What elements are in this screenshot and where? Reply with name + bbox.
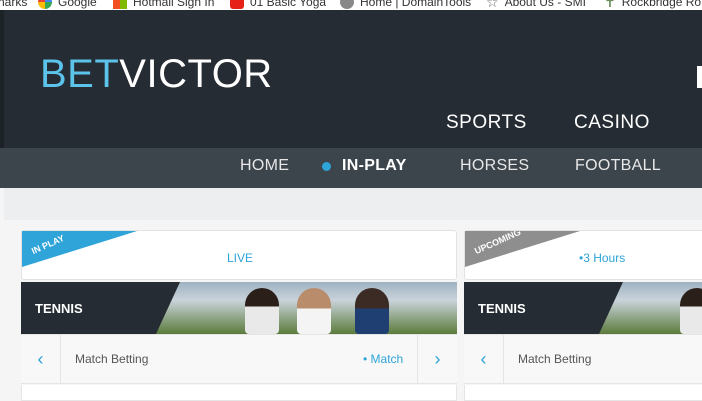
bookmark-label: Rockbridge Ro: [621, 0, 702, 9]
bookmark-item[interactable]: narks: [0, 0, 27, 9]
betvictor-logo[interactable]: BETVICTOR: [40, 52, 273, 97]
player-image: [680, 288, 702, 334]
subnav-horses[interactable]: HORSES: [460, 157, 529, 175]
card-body: [464, 385, 702, 401]
gear-icon: [340, 0, 354, 9]
event-card-status[interactable]: IN PLAY LIVE: [21, 230, 457, 280]
nav-sports[interactable]: SPORTS: [446, 112, 527, 134]
google-icon: [38, 0, 52, 9]
bookmark-label: Home | DomainTools: [360, 0, 472, 9]
bookmark-google[interactable]: Google: [38, 0, 97, 9]
bookmark-label: Google: [58, 0, 97, 9]
content-gutter: [4, 188, 702, 220]
subnav-football[interactable]: FOOTBALL: [575, 157, 661, 175]
sport-label: TENNIS: [35, 301, 83, 316]
logo-bet: BET: [40, 52, 120, 96]
status-label: LIVE: [227, 251, 254, 265]
sport-banner[interactable]: TENNIS: [464, 282, 702, 334]
sport-label: TENNIS: [478, 301, 526, 316]
microsoft-icon: [113, 0, 127, 9]
bookmark-about[interactable]: ☆ About Us - SMI: [486, 0, 586, 9]
subnav-in-play[interactable]: IN-PLAY: [342, 157, 407, 175]
status-bar: UPCOMING •3 Hours: [465, 231, 702, 281]
cross-icon: ✝: [604, 0, 616, 10]
player-image: [245, 288, 279, 334]
sport-banner[interactable]: TENNIS: [21, 282, 457, 334]
header-right-element: [697, 66, 702, 88]
bookmark-label: Hotmail Sign In: [133, 0, 215, 9]
player-image: [297, 288, 331, 334]
player-image: [355, 288, 389, 334]
logo-victor: VICTOR: [119, 52, 273, 96]
bookmark-label: narks: [0, 0, 28, 9]
bookmark-domaintools[interactable]: Home | DomainTools: [340, 0, 471, 9]
event-card-status[interactable]: UPCOMING •3 Hours: [464, 230, 702, 280]
status-label: •3 Hours: [579, 251, 626, 265]
market-tag[interactable]: • Match: [363, 352, 403, 366]
subnav-home[interactable]: HOME: [240, 157, 289, 175]
bookmark-label: About Us - SMI: [504, 0, 586, 9]
prev-arrow-icon[interactable]: ‹: [21, 335, 61, 383]
card-body: [21, 385, 457, 401]
sub-navigation: HOME IN-PLAY HORSES FOOTBALL: [0, 148, 702, 188]
status-bar: IN PLAY LIVE: [22, 231, 456, 281]
youtube-icon: [230, 0, 244, 9]
bookmark-hotmail[interactable]: Hotmail Sign In: [113, 0, 214, 9]
bookmark-rockbridge[interactable]: ✝ Rockbridge Ro: [604, 0, 701, 9]
bookmarks-bar: narks Google Hotmail Sign In 01 Basic Yo…: [0, 0, 702, 10]
nav-casino[interactable]: CASINO: [574, 112, 650, 134]
next-arrow-icon[interactable]: ›: [417, 335, 457, 383]
market-label: Match Betting: [75, 352, 149, 366]
live-dot-icon: [322, 162, 331, 171]
star-icon: ☆: [486, 0, 499, 10]
market-selector: ‹ Match Betting: [464, 334, 702, 384]
bookmark-label: 01 Basic Yoga: [250, 0, 327, 9]
market-selector: ‹ Match Betting • Match ›: [21, 334, 457, 384]
market-label: Match Betting: [518, 352, 592, 366]
bookmark-yoga[interactable]: 01 Basic Yoga: [230, 0, 326, 9]
prev-arrow-icon[interactable]: ‹: [464, 335, 504, 383]
